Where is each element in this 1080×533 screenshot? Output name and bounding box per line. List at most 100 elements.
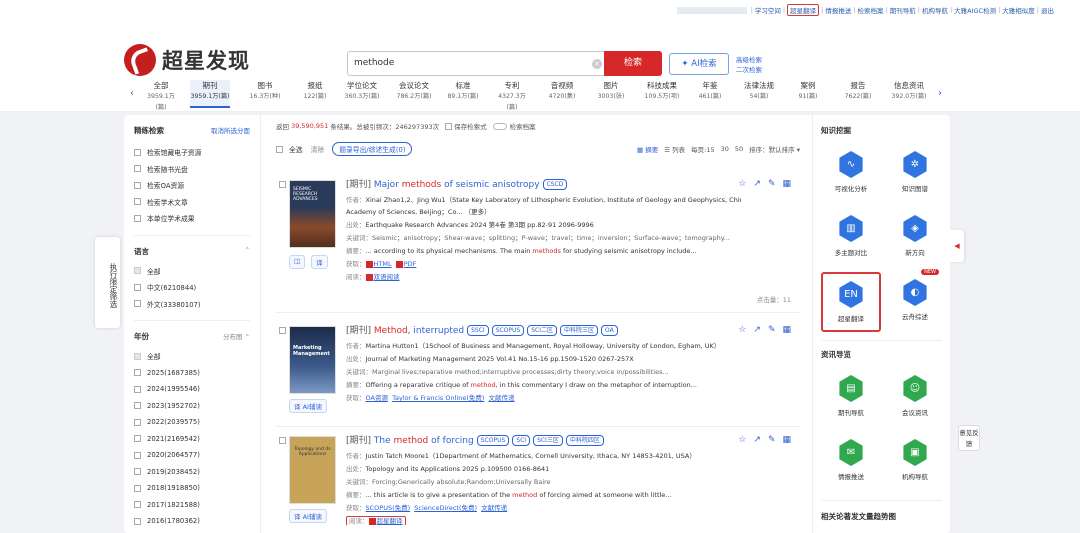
year-option[interactable]: 2019(2038452) <box>134 464 250 481</box>
new-direction-button[interactable]: ◈ 新方向 <box>885 208 945 268</box>
delivery-link[interactable]: 文献传递 <box>489 394 515 402</box>
chevron-left-icon[interactable]: ‹ <box>130 88 134 99</box>
archive-toggle[interactable] <box>492 122 507 130</box>
intel-push-button[interactable]: ✉ 情报推送 <box>821 432 881 492</box>
clear-selection[interactable]: 清除 <box>311 144 325 154</box>
category-books[interactable]: 图书 16.3万(种) <box>246 80 284 102</box>
share-icon[interactable]: ↗ <box>753 435 761 445</box>
delivery-link[interactable]: 文献传递 <box>481 504 507 512</box>
cover-thumbnail[interactable]: SEISMIC RESEARCH ADVANCES <box>289 180 336 248</box>
per-page-50[interactable]: 50 <box>735 145 743 153</box>
language-option[interactable]: 全部 <box>134 263 250 280</box>
top-link-logout[interactable]: 退出 <box>1041 5 1054 15</box>
year-option[interactable]: 2022(2039575) <box>134 414 250 431</box>
review-button[interactable]: NEW ◐ 云舟综述 <box>885 269 945 332</box>
filter-option[interactable]: 检索馆藏电子资源 <box>134 144 250 161</box>
apply-filter-tab[interactable]: 执行限定筛选 <box>95 237 120 328</box>
pdf-link[interactable]: PDF <box>404 260 417 268</box>
cite-icon[interactable]: ✎ <box>768 435 776 445</box>
category-newspaper[interactable]: 报纸 122(篇) <box>296 80 334 102</box>
tf-link[interactable]: Taylor & Francis Online(免费) <box>392 394 484 402</box>
ai-search-button[interactable]: ✦ AI检索 <box>669 53 729 75</box>
year-option[interactable]: 2024(1995546) <box>134 381 250 398</box>
export-button[interactable]: 题录导出/综述生成(0) <box>332 142 413 156</box>
checkbox[interactable] <box>134 369 141 377</box>
checkbox[interactable] <box>134 300 141 308</box>
html-link[interactable]: HTML <box>374 260 392 268</box>
filter-option[interactable]: 检索OA资源 <box>134 177 250 194</box>
category-image[interactable]: 图片 3003(张) <box>592 80 630 102</box>
secondary-search-link[interactable]: 二次检索 <box>736 65 762 75</box>
category-case[interactable]: 案例 91(篇) <box>789 80 827 102</box>
star-icon[interactable]: ☆ <box>738 435 746 445</box>
top-link-archive[interactable]: 检索档案 <box>858 5 884 15</box>
save-query-checkbox[interactable] <box>445 122 453 130</box>
year-option[interactable]: 2020(2064577) <box>134 447 250 464</box>
top-link-journal-nav[interactable]: 期刊导航 <box>890 5 916 15</box>
select-all-label[interactable]: 全选 <box>289 144 303 154</box>
scopus-link[interactable]: SCOPUS(免费) <box>366 504 411 512</box>
checkbox[interactable] <box>134 214 141 222</box>
top-link-org-nav[interactable]: 机构导航 <box>922 5 948 15</box>
checkbox[interactable] <box>134 283 141 291</box>
year-chart-link[interactable]: 分布图 ⌃ <box>223 331 250 342</box>
qrcode-icon[interactable]: ▦ <box>782 179 791 189</box>
view-list[interactable]: ☰ 列表 <box>664 144 685 154</box>
year-option[interactable]: 2017(1821588) <box>134 497 250 514</box>
checkbox[interactable] <box>134 198 141 206</box>
checkbox[interactable] <box>134 501 141 509</box>
per-page-30[interactable]: 30 <box>721 145 729 153</box>
ai-read-button[interactable]: 译 AI辅读 <box>289 509 327 523</box>
record-title[interactable]: [期刊] Method, interrupted SSCI SCOPUS SCI二区中… <box>346 323 618 336</box>
category-patent[interactable]: 专利 4327.3万(篇) <box>493 80 531 113</box>
cite-icon[interactable]: ✎ <box>768 325 776 335</box>
translate-link[interactable]: 超星翻译 <box>377 517 403 525</box>
year-option[interactable]: 全部 <box>134 348 250 365</box>
feedback-button[interactable]: 意见反馈 <box>958 425 980 451</box>
checkbox[interactable] <box>134 418 141 426</box>
checkbox[interactable] <box>134 484 141 492</box>
chevron-right-icon[interactable]: › <box>938 88 942 99</box>
category-report[interactable]: 报告 7622(篇) <box>839 80 877 102</box>
qrcode-icon[interactable]: ▦ <box>782 435 791 445</box>
ai-read-button[interactable]: 译 AI辅读 <box>289 399 327 413</box>
checkbox[interactable] <box>134 468 141 476</box>
top-link-aigc[interactable]: 大雅AIGC检测 <box>954 5 996 15</box>
category-journal[interactable]: 期刊 3959.1万(篇) <box>190 80 230 108</box>
search-input[interactable] <box>354 58 574 68</box>
translate-button[interactable]: EN 超星翻译 <box>821 272 881 332</box>
clear-icon[interactable]: × <box>592 59 602 69</box>
filter-option[interactable]: 本单位学术成果 <box>134 210 250 227</box>
logo[interactable]: 超星发现 <box>124 44 250 76</box>
checkbox[interactable] <box>134 451 141 459</box>
search-button[interactable]: 检索 <box>604 51 662 76</box>
language-option[interactable]: 外文(33380107) <box>134 296 250 313</box>
star-icon[interactable]: ☆ <box>738 325 746 335</box>
checkbox[interactable] <box>134 435 141 443</box>
journal-nav-button[interactable]: ▤ 期刊导航 <box>821 368 881 428</box>
year-option[interactable]: 2021(2169542) <box>134 431 250 448</box>
view-abstract[interactable]: ▦ 摘要 <box>637 144 658 154</box>
category-av[interactable]: 音视频 4720(集) <box>543 80 581 102</box>
star-icon[interactable]: ☆ <box>738 179 746 189</box>
knowledge-graph-button[interactable]: ✲ 知识图谱 <box>885 144 945 204</box>
checkbox[interactable] <box>134 165 141 173</box>
category-conference[interactable]: 会议论文 786.2万(篇) <box>395 80 433 102</box>
clear-facets-link[interactable]: 取消所选分面 <box>211 125 250 136</box>
cover-thumbnail[interactable]: Marketing Management <box>289 326 336 394</box>
cite-icon[interactable]: ✎ <box>768 179 776 189</box>
visual-analysis-button[interactable]: ∿ 可视化分析 <box>821 144 881 204</box>
top-link-push[interactable]: 情报推送 <box>825 5 851 15</box>
ai-read-icon[interactable]: ◫ <box>289 255 306 269</box>
year-option[interactable]: 2016(1780362) <box>134 513 250 530</box>
sort-dropdown[interactable]: 排序：默认排序 ▾ <box>749 144 800 154</box>
filter-option[interactable]: 检索学术文章 <box>134 194 250 211</box>
record-checkbox[interactable] <box>279 327 286 334</box>
checkbox[interactable] <box>134 402 141 410</box>
year-option[interactable]: 2023(1952702) <box>134 398 250 415</box>
share-icon[interactable]: ↗ <box>753 325 761 335</box>
conference-info-button[interactable]: ☺ 会议资讯 <box>885 368 945 428</box>
share-icon[interactable]: ↗ <box>753 179 761 189</box>
select-all-checkbox[interactable] <box>276 145 283 153</box>
collapse-panel-icon[interactable]: ◀ <box>950 230 964 262</box>
